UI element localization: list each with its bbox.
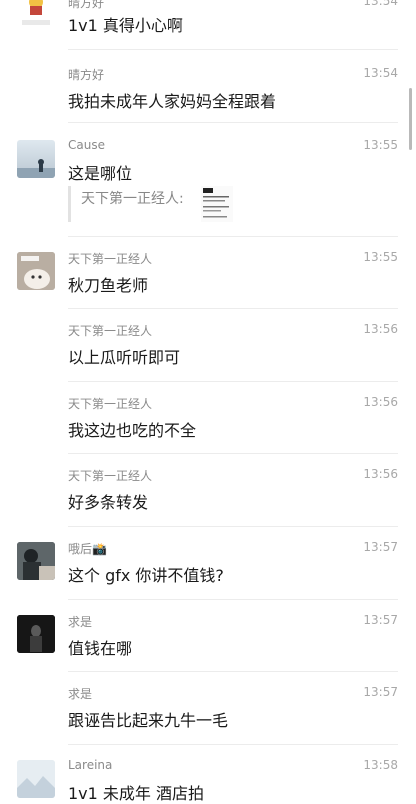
message-time: 13:56 — [363, 395, 398, 409]
sender-name: 天下第一正经人 — [68, 469, 153, 483]
sender-name: 求是 — [68, 615, 93, 629]
avatar[interactable] — [17, 140, 55, 178]
message-row: Cause 13:55 这是哪位 天下第一正经人: — [0, 122, 416, 237]
message-row: 晴方好 13:54 我拍未成年人家妈妈全程跟着 — [0, 50, 416, 123]
message-time: 13:56 — [363, 322, 398, 336]
sender-name: 天下第一正经人 — [68, 397, 153, 411]
message-row: 晴方好 13:54 1v1 真得小心啊 — [0, 0, 416, 50]
message-row: 哦后📸 13:57 这个 gfx 你讲不值钱? — [0, 526, 416, 600]
avatar[interactable] — [17, 615, 55, 653]
message-time: 13:55 — [363, 138, 398, 152]
avatar[interactable] — [17, 252, 55, 290]
message-text: 1v1 未成年 酒店拍 — [68, 784, 205, 803]
message-text: 跟诬告比起来九牛一毛 — [68, 711, 229, 730]
message-text: 秋刀鱼老师 — [68, 276, 149, 295]
quoted-image-thumbnail — [201, 186, 233, 222]
avatar[interactable] — [17, 760, 55, 798]
quoted-message[interactable]: 天下第一正经人: — [68, 186, 239, 222]
message-row: 天下第一正经人 13:55 秋刀鱼老师 — [0, 236, 416, 309]
sender-name: 晴方好 — [68, 0, 105, 10]
sender-name: 天下第一正经人 — [68, 252, 153, 266]
message-text: 这是哪位 — [68, 164, 133, 183]
sender-name: 晴方好 — [68, 68, 105, 82]
message-row: 天下第一正经人 13:56 以上瓜听听即可 — [0, 308, 416, 382]
chat-message-list[interactable]: 晴方好 13:54 1v1 真得小心啊 晴方好 13:54 我拍未成年人家妈妈全… — [0, 0, 416, 803]
sender-name: 哦后📸 — [68, 542, 107, 556]
message-text: 我拍未成年人家妈妈全程跟着 — [68, 92, 277, 111]
message-text: 我这边也吃的不全 — [68, 421, 197, 440]
scrollbar[interactable] — [409, 88, 412, 150]
quoted-sender-name: 天下第一正经人: — [81, 191, 184, 207]
message-time: 13:57 — [363, 540, 398, 554]
message-row: Lareina 13:58 1v1 未成年 酒店拍 — [0, 744, 416, 803]
message-row: 天下第一正经人 13:56 我这边也吃的不全 — [0, 381, 416, 454]
message-text: 好多条转发 — [68, 493, 149, 512]
message-row: 天下第一正经人 13:56 好多条转发 — [0, 453, 416, 527]
avatar[interactable] — [17, 0, 55, 30]
message-time: 13:54 — [363, 0, 398, 8]
message-row: 求是 13:57 值钱在哪 — [0, 599, 416, 672]
message-text: 以上瓜听听即可 — [68, 348, 181, 367]
message-row: 求是 13:57 跟诬告比起来九牛一毛 — [0, 671, 416, 745]
message-time: 13:56 — [363, 467, 398, 481]
message-time: 13:57 — [363, 685, 398, 699]
avatar[interactable] — [17, 542, 55, 580]
message-time: 13:54 — [363, 66, 398, 80]
sender-name: 求是 — [68, 687, 93, 701]
sender-name: Cause — [68, 138, 105, 152]
message-time: 13:57 — [363, 613, 398, 627]
sender-name: 天下第一正经人 — [68, 324, 153, 338]
message-text: 1v1 真得小心啊 — [68, 16, 183, 35]
message-time: 13:55 — [363, 250, 398, 264]
message-text: 这个 gfx 你讲不值钱? — [68, 566, 224, 585]
message-text: 值钱在哪 — [68, 639, 133, 658]
message-time: 13:58 — [363, 758, 398, 772]
sender-name: Lareina — [68, 758, 113, 772]
